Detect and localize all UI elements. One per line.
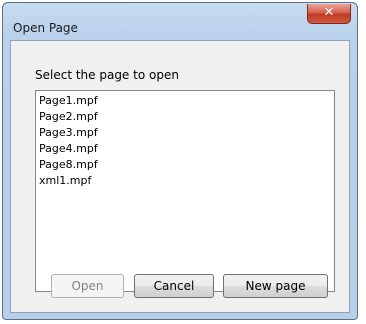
close-icon: ✕: [323, 5, 335, 20]
dialog-title: Open Page: [13, 21, 78, 35]
dialog-body: Select the page to open Page1.mpf Page2.…: [10, 40, 350, 313]
cancel-button[interactable]: Cancel: [134, 274, 214, 298]
list-item[interactable]: Page4.mpf: [39, 141, 334, 157]
list-item[interactable]: xml1.mpf: [39, 173, 334, 189]
list-item[interactable]: Page1.mpf: [39, 93, 334, 109]
title-bar[interactable]: Open Page ✕: [3, 3, 357, 41]
close-button[interactable]: ✕: [307, 4, 351, 24]
list-item[interactable]: Page8.mpf: [39, 157, 334, 173]
open-page-dialog: Open Page ✕ Select the page to open Page…: [2, 2, 358, 320]
list-item[interactable]: Page2.mpf: [39, 109, 334, 125]
list-item[interactable]: Page3.mpf: [39, 125, 334, 141]
open-button[interactable]: Open: [51, 274, 124, 298]
page-list[interactable]: Page1.mpf Page2.mpf Page3.mpf Page4.mpf …: [35, 90, 335, 292]
prompt-label: Select the page to open: [35, 68, 179, 82]
new-page-button[interactable]: New page: [223, 274, 328, 298]
